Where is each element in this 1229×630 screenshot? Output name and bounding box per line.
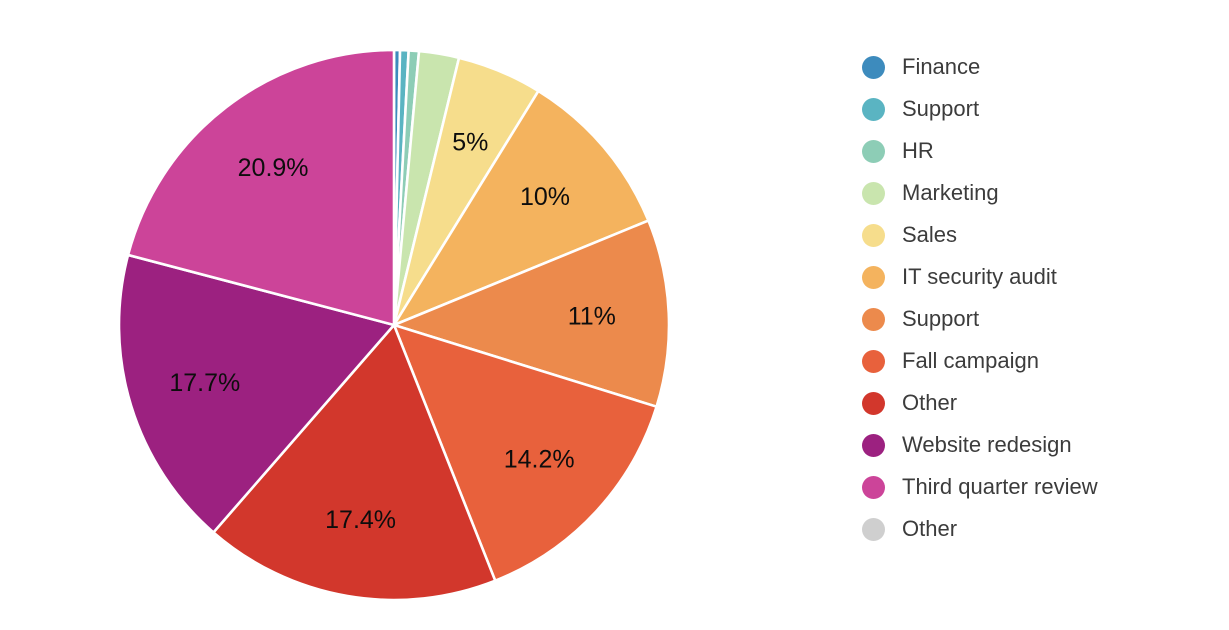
legend-item[interactable]: Finance: [862, 46, 1212, 88]
pie-slice-label: 11%: [568, 302, 616, 330]
legend-item-label: Other: [902, 516, 958, 541]
legend-swatch-icon: [862, 349, 885, 373]
legend-swatch-icon: [862, 55, 885, 79]
pie-slice-label: 14.2%: [504, 446, 575, 474]
legend-swatch-icon: [862, 181, 885, 205]
legend-item[interactable]: IT security audit: [862, 256, 1212, 298]
legend-item-label: Other: [902, 390, 958, 415]
legend-swatch-icon: [862, 307, 885, 331]
pie-plot-area: 5% 10% 11% 14.2% 17.4% 17.7% 20.9%: [0, 0, 820, 630]
legend-item[interactable]: Other: [862, 508, 1212, 550]
legend-item[interactable]: HR: [862, 130, 1212, 172]
legend-item-label: HR: [902, 138, 934, 163]
legend-item-label: IT security audit: [902, 264, 1057, 289]
pie-slice-label: 20.9%: [238, 154, 309, 182]
legend-swatch-icon: [862, 97, 885, 121]
legend-item[interactable]: Support: [862, 88, 1212, 130]
legend-item-label: Finance: [902, 54, 981, 79]
legend-swatch-icon: [862, 223, 885, 247]
legend-swatch-icon: [862, 475, 885, 499]
legend-swatch-icon: [862, 265, 885, 289]
legend-item[interactable]: Support: [862, 298, 1212, 340]
legend-item[interactable]: Other: [862, 382, 1212, 424]
legend-swatch-icon: [862, 433, 885, 457]
legend-item-label: Support: [902, 96, 980, 121]
pie-slice-label: 17.7%: [169, 369, 240, 397]
legend-item-label: Marketing: [902, 180, 999, 205]
legend-item-label: Sales: [902, 222, 958, 247]
legend-swatch-icon: [862, 139, 885, 163]
legend-item[interactable]: Website redesign: [862, 424, 1212, 466]
legend-item-label: Support: [902, 306, 980, 331]
legend-item-label: Fall campaign: [902, 348, 1039, 373]
legend-item[interactable]: Sales: [862, 214, 1212, 256]
legend-swatch-icon: [862, 517, 885, 541]
legend-item[interactable]: Third quarter review: [862, 466, 1212, 508]
legend-item-label: Third quarter review: [902, 474, 1098, 499]
pie-slice-label: 10%: [520, 183, 570, 211]
pie-slice-label: 17.4%: [325, 506, 396, 534]
legend-item[interactable]: Fall campaign: [862, 340, 1212, 382]
chart-legend: Finance Support HR Marketing Sales IT securit…: [862, 46, 1212, 550]
legend-item[interactable]: Marketing: [862, 172, 1212, 214]
legend-item-label: Website redesign: [902, 432, 1072, 457]
legend-swatch-icon: [862, 391, 885, 415]
pie-chart-figure: 5% 10% 11% 14.2% 17.4% 17.7% 20.9% Finance Supp…: [0, 0, 1229, 630]
pie-slice-label: 5%: [452, 128, 488, 156]
pie-svg: 5% 10% 11% 14.2% 17.4% 17.7% 20.9%: [117, 48, 671, 602]
